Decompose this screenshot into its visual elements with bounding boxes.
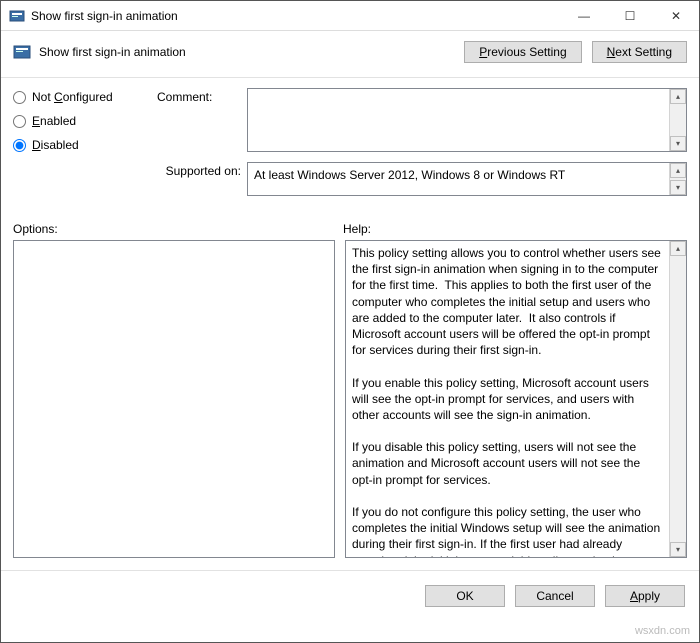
window-title: Show first sign-in animation — [31, 9, 561, 23]
scroll-up-icon[interactable]: ▴ — [670, 89, 686, 104]
options-pane — [13, 240, 335, 558]
title-bar: Show first sign-in animation — ☐ ✕ — [1, 1, 699, 31]
help-scrollbar[interactable]: ▴ ▾ — [669, 241, 686, 557]
radio-disabled[interactable]: Disabled — [13, 138, 143, 152]
radio-not-configured[interactable]: Not Configured — [13, 90, 143, 104]
help-pane: This policy setting allows you to contro… — [345, 240, 687, 558]
apply-button[interactable]: Apply — [605, 585, 685, 607]
policy-icon — [13, 43, 31, 61]
supported-box: At least Windows Server 2012, Windows 8 … — [247, 162, 687, 196]
radio-disabled-input[interactable] — [13, 139, 26, 152]
comment-scrollbar[interactable]: ▴ ▾ — [669, 89, 686, 151]
options-label: Options: — [13, 222, 343, 236]
watermark: wsxdn.com — [635, 625, 690, 637]
policy-title: Show first sign-in animation — [39, 45, 464, 59]
comment-label: Comment: — [157, 88, 247, 152]
comment-box[interactable]: ▴ ▾ — [247, 88, 687, 152]
scroll-up-icon[interactable]: ▴ — [670, 241, 686, 256]
ok-button[interactable]: OK — [425, 585, 505, 607]
options-content — [14, 241, 334, 557]
next-setting-button[interactable]: Next Setting — [592, 41, 687, 63]
lower-panes: This policy setting allows you to contro… — [1, 240, 699, 558]
app-icon — [9, 8, 25, 24]
radio-enabled[interactable]: Enabled — [13, 114, 143, 128]
minimize-button[interactable]: — — [561, 1, 607, 30]
radio-not-configured-input[interactable] — [13, 91, 26, 104]
scroll-down-icon[interactable]: ▾ — [670, 542, 686, 557]
scroll-down-icon[interactable]: ▾ — [670, 180, 686, 195]
supported-scrollbar[interactable]: ▴ ▾ — [669, 163, 686, 195]
comment-text[interactable] — [248, 89, 669, 151]
cancel-button[interactable]: Cancel — [515, 585, 595, 607]
supported-label: Supported on: — [157, 162, 247, 196]
state-radio-group: Not Configured Enabled Disabled — [13, 88, 143, 206]
maximize-button[interactable]: ☐ — [607, 1, 653, 30]
scroll-up-icon[interactable]: ▴ — [670, 163, 686, 178]
header-row: Show first sign-in animation Previous Se… — [1, 31, 699, 69]
dialog-footer: OK Cancel Apply — [1, 570, 699, 615]
help-label: Help: — [343, 222, 371, 236]
radio-enabled-input[interactable] — [13, 115, 26, 128]
help-content: This policy setting allows you to contro… — [346, 241, 669, 557]
close-button[interactable]: ✕ — [653, 1, 699, 30]
config-area: Not Configured Enabled Disabled Comment:… — [1, 78, 699, 210]
previous-setting-button[interactable]: Previous Setting — [464, 41, 581, 63]
lower-labels: Options: Help: — [1, 210, 699, 240]
scroll-down-icon[interactable]: ▾ — [670, 136, 686, 151]
supported-text: At least Windows Server 2012, Windows 8 … — [248, 163, 669, 195]
